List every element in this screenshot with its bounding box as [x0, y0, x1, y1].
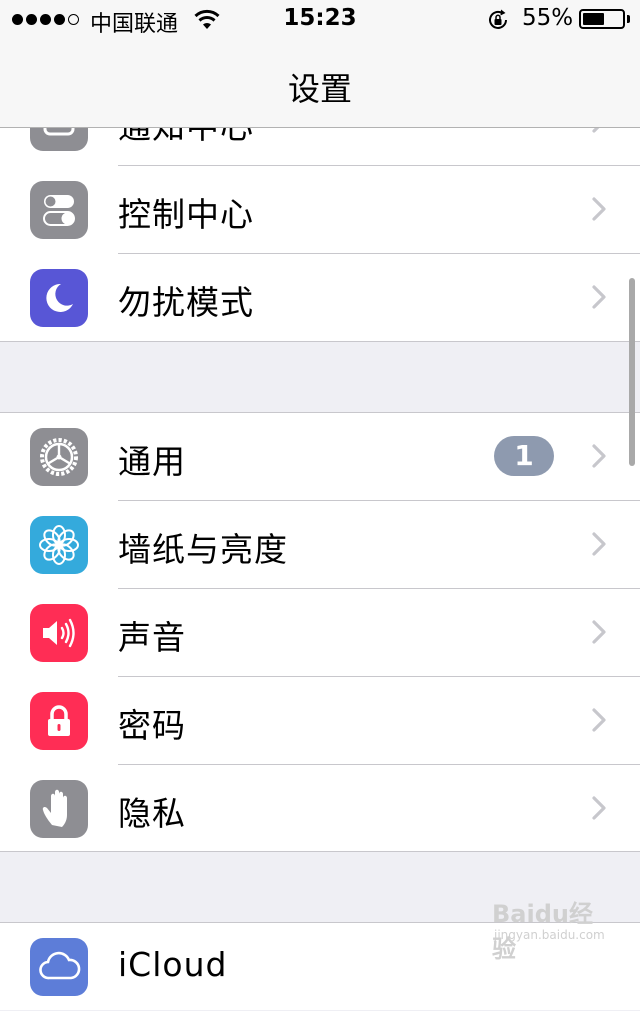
settings-row-passcode[interactable]: 密码 [0, 677, 640, 765]
control-center-icon [30, 181, 88, 239]
carrier-name: 中国联通 [90, 12, 179, 37]
settings-row-privacy[interactable]: 隐私 [0, 765, 640, 853]
flower-icon [30, 516, 88, 574]
chevron-right-icon [592, 444, 606, 468]
settings-row-control-center[interactable]: 控制中心 [0, 166, 640, 254]
chevron-right-icon [592, 708, 606, 732]
battery-icon [579, 9, 625, 29]
chevron-right-icon [592, 796, 606, 820]
settings-row-label: 隐私 [118, 794, 186, 833]
settings-list: 通知中心 控制中心 勿扰模式 [0, 0, 640, 1010]
settings-row-label: 墙纸与亮度 [118, 530, 288, 569]
watermark-url: jingyan.baidu.com [494, 928, 605, 942]
scroll-indicator[interactable] [629, 278, 635, 466]
baidu-watermark: Baidu经验 jingyan.baidu.com [492, 890, 612, 963]
icloud-icon [30, 938, 88, 996]
battery-percentage: 55% [522, 5, 574, 31]
settings-row-do-not-disturb[interactable]: 勿扰模式 [0, 254, 640, 342]
settings-row-label: 通用 [118, 442, 186, 481]
lock-icon [30, 692, 88, 750]
battery-tip [627, 15, 630, 23]
settings-row-label: 声音 [118, 618, 186, 657]
settings-row-sounds[interactable]: 声音 [0, 589, 640, 677]
navigation-bar: 设置 [0, 40, 640, 128]
settings-row-label: 密码 [118, 706, 186, 745]
signal-dot [40, 14, 51, 25]
signal-dot [26, 14, 37, 25]
settings-group-2: 通用 1 墙纸与亮度 声音 密码 隐私 [0, 412, 640, 852]
signal-dot [68, 14, 79, 25]
page-title: 设置 [287, 70, 352, 108]
chevron-right-icon [592, 285, 606, 309]
signal-strength-icon [12, 14, 79, 25]
rotation-lock-icon [489, 9, 507, 29]
settings-row-label: 勿扰模式 [118, 283, 254, 322]
settings-row-wallpaper-brightness[interactable]: 墙纸与亮度 [0, 501, 640, 589]
signal-dot [54, 14, 65, 25]
gear-icon [30, 428, 88, 486]
speaker-icon [30, 604, 88, 662]
chevron-right-icon [592, 620, 606, 644]
settings-row-label: 控制中心 [118, 195, 254, 234]
settings-row-general[interactable]: 通用 1 [0, 413, 640, 501]
hand-icon [30, 780, 88, 838]
moon-icon [30, 269, 88, 327]
wifi-icon [194, 9, 220, 29]
chevron-right-icon [592, 197, 606, 221]
signal-dot [12, 14, 23, 25]
status-bar: 中国联通 15:23 55% [0, 0, 640, 40]
update-count-badge: 1 [494, 436, 554, 476]
settings-row-label: iCloud [118, 945, 228, 984]
chevron-right-icon [592, 532, 606, 556]
